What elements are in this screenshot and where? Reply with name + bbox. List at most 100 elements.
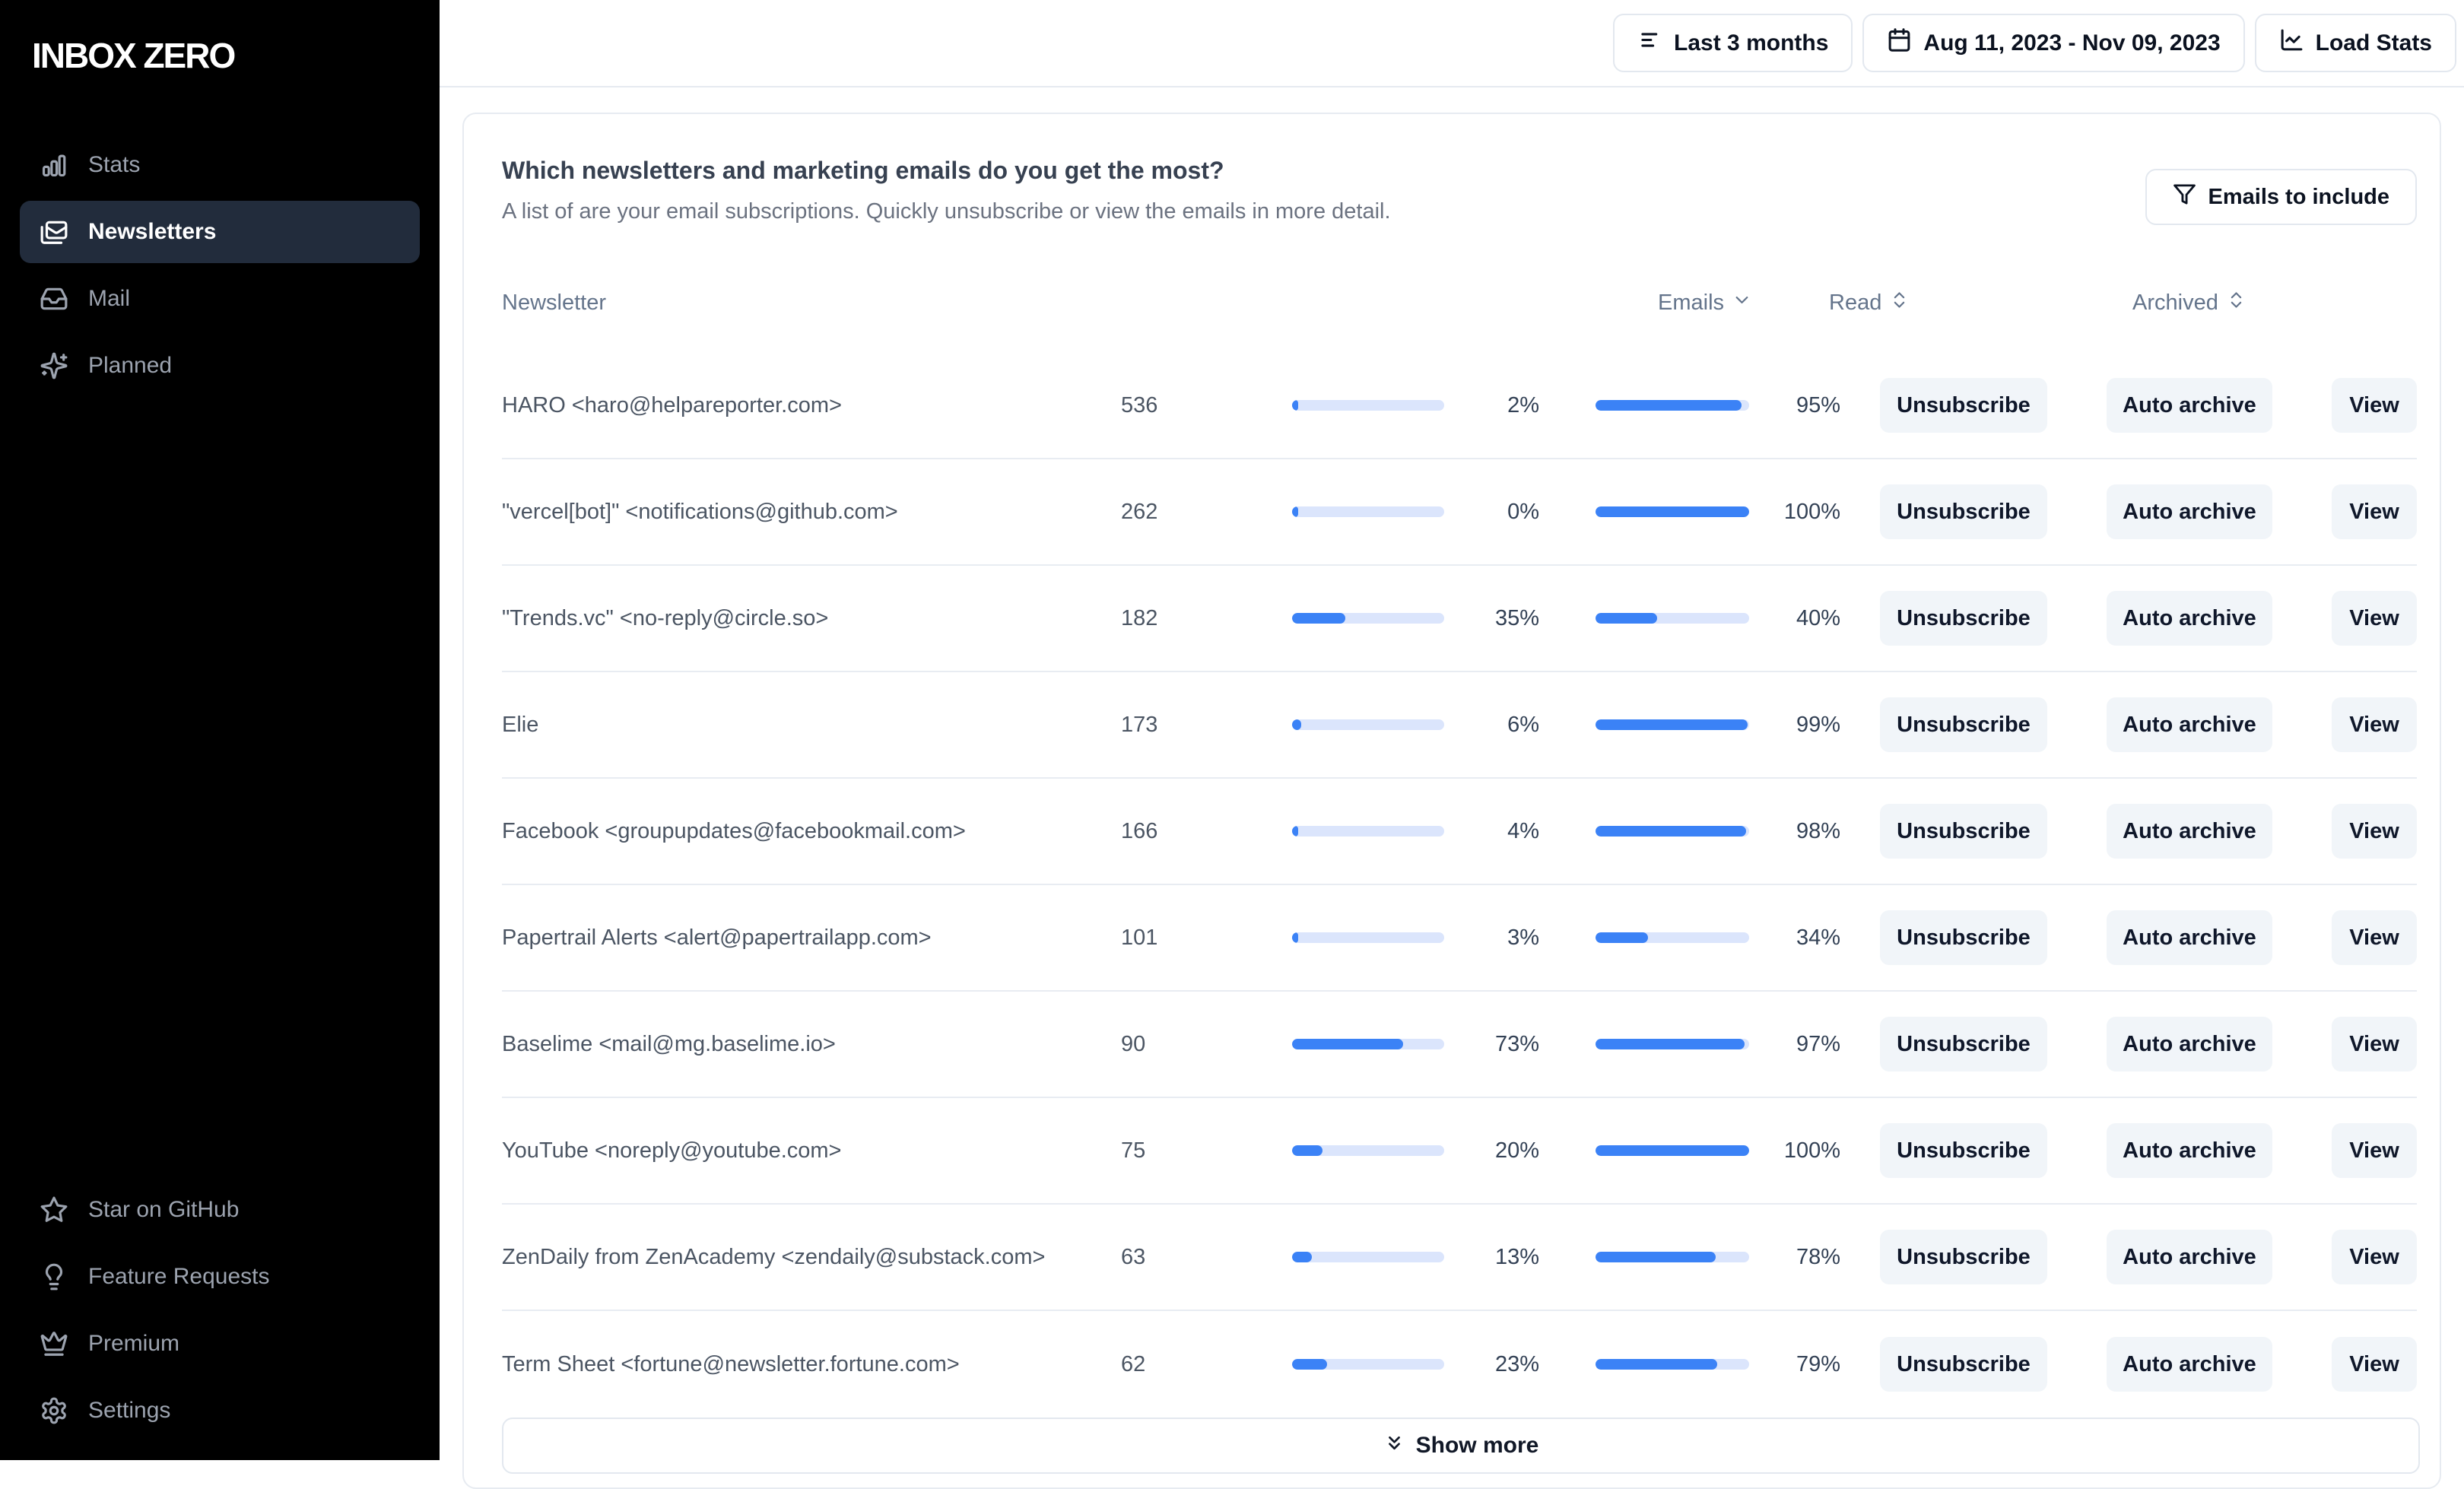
- view-button[interactable]: View: [2332, 697, 2417, 752]
- unsubscribe-button[interactable]: Unsubscribe: [1880, 1337, 2047, 1392]
- panel-header: Which newsletters and marketing emails d…: [502, 155, 2417, 225]
- email-count: 75: [1121, 1138, 1146, 1163]
- auto-archive-button[interactable]: Auto archive: [2107, 484, 2272, 539]
- sidebar-item-label: Premium: [88, 1331, 180, 1356]
- date-preset-button[interactable]: Last 3 months: [1613, 14, 1853, 72]
- archived-cell: 100%: [1596, 1138, 1840, 1164]
- read-percent: 6%: [1507, 712, 1539, 737]
- emails-to-include-button[interactable]: Emails to include: [2145, 169, 2417, 225]
- column-header-archived[interactable]: Archived: [2132, 290, 2377, 316]
- read-cell: 3%: [1292, 925, 1539, 951]
- archived-progress-bar: [1596, 826, 1749, 837]
- newsletter-name: Facebook <groupupdates@facebookmail.com>: [502, 818, 966, 843]
- archived-percent: 100%: [1783, 499, 1840, 524]
- table-row: HARO <haro@helpareporter.com> 536 2% 95%…: [502, 353, 2417, 459]
- line-chart-icon: [2279, 27, 2304, 59]
- sidebar-item-label: Star on GitHub: [88, 1197, 240, 1222]
- read-percent: 35%: [1494, 605, 1539, 630]
- table-row: Term Sheet <fortune@newsletter.fortune.c…: [502, 1311, 2417, 1418]
- sidebar-item-mail[interactable]: Mail: [20, 268, 420, 330]
- view-button[interactable]: View: [2332, 591, 2417, 646]
- top-bar: Last 3 months Aug 11, 2023 - Nov 09, 202…: [440, 0, 2464, 87]
- table-body: HARO <haro@helpareporter.com> 536 2% 95%…: [502, 353, 2417, 1418]
- unsubscribe-button[interactable]: Unsubscribe: [1880, 1230, 2047, 1284]
- read-progress-fill: [1292, 1252, 1312, 1262]
- sidebar-item-stats[interactable]: Stats: [20, 134, 420, 196]
- view-button[interactable]: View: [2332, 1230, 2417, 1284]
- auto-archive-button[interactable]: Auto archive: [2107, 378, 2272, 433]
- sidebar-item-label: Settings: [88, 1398, 171, 1423]
- sidebar-item-planned[interactable]: Planned: [20, 335, 420, 397]
- show-more-button[interactable]: Show more: [502, 1418, 2420, 1474]
- auto-archive-button[interactable]: Auto archive: [2107, 697, 2272, 752]
- sidebar-item-feature-requests[interactable]: Feature Requests: [20, 1246, 420, 1308]
- auto-archive-button[interactable]: Auto archive: [2107, 1230, 2272, 1284]
- unsubscribe-button[interactable]: Unsubscribe: [1880, 484, 2047, 539]
- read-progress-bar: [1292, 826, 1444, 837]
- crown-icon: [40, 1329, 68, 1358]
- star-icon: [40, 1195, 68, 1224]
- read-progress-fill: [1292, 826, 1298, 837]
- read-progress-fill: [1292, 1145, 1322, 1156]
- email-count: 62: [1121, 1351, 1146, 1376]
- column-header-newsletter[interactable]: Newsletter: [502, 290, 1658, 316]
- archived-progress-fill: [1596, 506, 1749, 517]
- view-button[interactable]: View: [2332, 1337, 2417, 1392]
- archived-percent: 78%: [1796, 1244, 1840, 1269]
- unsubscribe-button[interactable]: Unsubscribe: [1880, 1017, 2047, 1072]
- view-button[interactable]: View: [2332, 1123, 2417, 1178]
- bar-chart-icon: [40, 151, 68, 179]
- sidebar-item-premium[interactable]: Premium: [20, 1313, 420, 1375]
- sidebar-item-newsletters[interactable]: Newsletters: [20, 201, 420, 263]
- archived-cell: 100%: [1596, 500, 1840, 525]
- view-button[interactable]: View: [2332, 378, 2417, 433]
- funnel-icon: [2173, 183, 2196, 212]
- chevron-down-icon: [1732, 290, 1752, 316]
- auto-archive-button[interactable]: Auto archive: [2107, 1017, 2272, 1072]
- sidebar-nav: Stats Newsletters Mail Planned: [20, 134, 420, 397]
- auto-archive-button[interactable]: Auto archive: [2107, 1123, 2272, 1178]
- read-cell: 6%: [1292, 713, 1539, 738]
- auto-archive-button[interactable]: Auto archive: [2107, 910, 2272, 965]
- archived-progress-bar: [1596, 1359, 1749, 1370]
- archived-cell: 78%: [1596, 1245, 1840, 1270]
- date-range-button[interactable]: Aug 11, 2023 - Nov 09, 2023: [1862, 14, 2245, 72]
- load-stats-button[interactable]: Load Stats: [2254, 14, 2456, 72]
- view-button[interactable]: View: [2332, 804, 2417, 859]
- archived-cell: 97%: [1596, 1032, 1840, 1057]
- archived-progress-bar: [1596, 1145, 1749, 1156]
- column-header-read[interactable]: Read: [1829, 290, 2076, 316]
- view-button[interactable]: View: [2332, 910, 2417, 965]
- unsubscribe-button[interactable]: Unsubscribe: [1880, 591, 2047, 646]
- view-button[interactable]: View: [2332, 1017, 2417, 1072]
- newsletter-name: ZenDaily from ZenAcademy <zendaily@subst…: [502, 1244, 1046, 1269]
- unsubscribe-button[interactable]: Unsubscribe: [1880, 910, 2047, 965]
- table-row: YouTube <noreply@youtube.com> 75 20% 100…: [502, 1098, 2417, 1205]
- panel-header-text: Which newsletters and marketing emails d…: [502, 155, 1391, 225]
- table-row: Facebook <groupupdates@facebookmail.com>…: [502, 779, 2417, 885]
- sidebar-item-settings[interactable]: Settings: [20, 1379, 420, 1442]
- unsubscribe-button[interactable]: Unsubscribe: [1880, 1123, 2047, 1178]
- archived-percent: 40%: [1796, 605, 1840, 630]
- auto-archive-button[interactable]: Auto archive: [2107, 591, 2272, 646]
- auto-archive-button[interactable]: Auto archive: [2107, 804, 2272, 859]
- newsletters-panel: Which newsletters and marketing emails d…: [462, 113, 2441, 1489]
- auto-archive-button[interactable]: Auto archive: [2107, 1337, 2272, 1392]
- table-row: "Trends.vc" <no-reply@circle.so> 182 35%…: [502, 566, 2417, 672]
- email-count: 90: [1121, 1031, 1146, 1056]
- unsubscribe-button[interactable]: Unsubscribe: [1880, 804, 2047, 859]
- read-cell: 13%: [1292, 1245, 1539, 1270]
- column-header-emails[interactable]: Emails: [1658, 290, 1829, 316]
- sidebar-item-star-on-github[interactable]: Star on GitHub: [20, 1179, 420, 1241]
- read-progress-fill: [1292, 613, 1345, 624]
- newsletter-name: "vercel[bot]" <notifications@github.com>: [502, 499, 898, 524]
- read-progress-bar: [1292, 1145, 1444, 1156]
- archived-progress-bar: [1596, 506, 1749, 517]
- sidebar: INBOX ZERO Stats Newsletters Mail Planne…: [0, 0, 440, 1460]
- view-button[interactable]: View: [2332, 484, 2417, 539]
- newsletter-mail-icon: [40, 217, 68, 246]
- email-count: 173: [1121, 712, 1158, 737]
- unsubscribe-button[interactable]: Unsubscribe: [1880, 378, 2047, 433]
- archived-percent: 95%: [1796, 392, 1840, 417]
- unsubscribe-button[interactable]: Unsubscribe: [1880, 697, 2047, 752]
